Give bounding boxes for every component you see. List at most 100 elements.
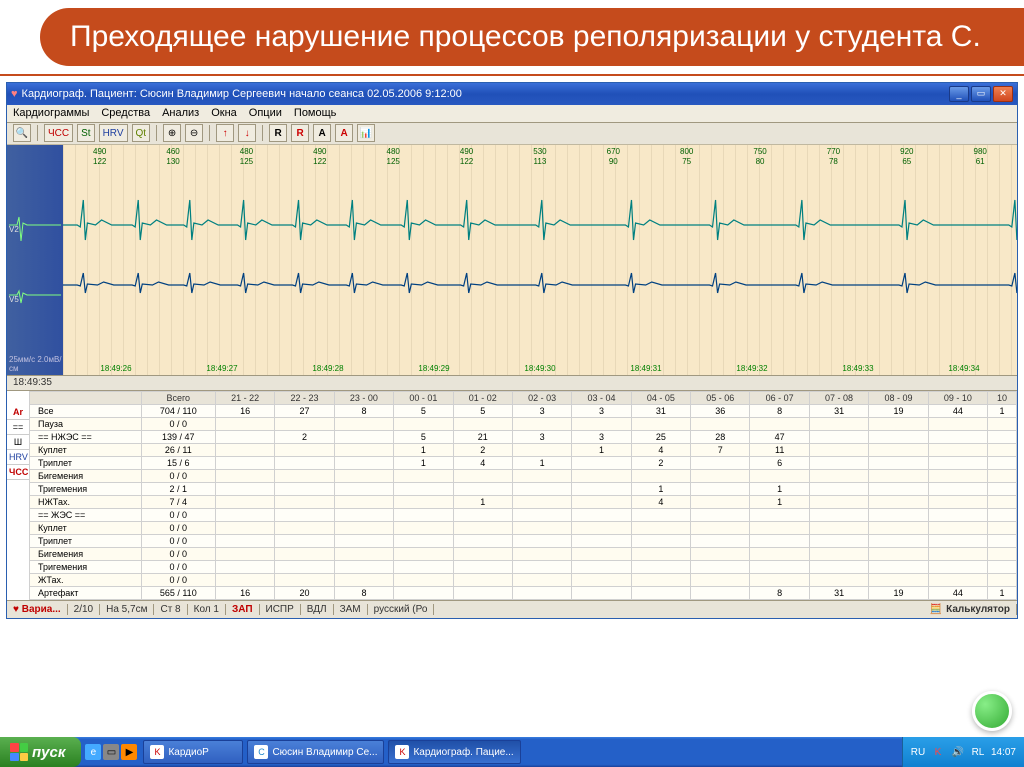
tray-clock[interactable]: 14:07 (991, 747, 1016, 758)
side-tab-chss[interactable]: ЧСС (7, 465, 29, 480)
table-row[interactable]: НЖТах.7 / 4141 (30, 495, 1017, 508)
table-row[interactable]: Пауза0 / 0 (30, 417, 1017, 430)
table-cell (334, 443, 393, 456)
table-header[interactable]: 03 - 04 (572, 391, 631, 404)
table-header[interactable]: 22 - 23 (275, 391, 334, 404)
table-header[interactable]: 09 - 10 (928, 391, 987, 404)
minimize-button[interactable]: _ (949, 86, 969, 102)
tb-zoom-out-icon[interactable]: ⊖ (185, 124, 203, 142)
table-cell (572, 508, 631, 521)
table-row[interactable]: Куплет0 / 0 (30, 521, 1017, 534)
menu-analysis[interactable]: Анализ (162, 107, 199, 119)
menu-tools[interactable]: Средства (101, 107, 150, 119)
tb-zoom-in-icon[interactable]: ⊕ (163, 124, 181, 142)
table-cell: 16 (215, 404, 274, 417)
side-tab-hrv[interactable]: HRV (7, 450, 29, 465)
tb-arrow-up-icon[interactable]: ↑ (216, 124, 234, 142)
table-cell (928, 573, 987, 586)
table-row[interactable]: Триплет15 / 614126 (30, 456, 1017, 469)
table-cell (453, 482, 512, 495)
tray-volume-icon[interactable]: 🔊 (951, 745, 965, 759)
table-header[interactable]: 23 - 00 (334, 391, 393, 404)
tb-chart-icon[interactable]: 📊 (357, 124, 375, 142)
table-row[interactable]: Тригемения2 / 111 (30, 482, 1017, 495)
tb-a-button[interactable]: A (313, 124, 331, 142)
table-header[interactable]: 06 - 07 (750, 391, 809, 404)
menu-help[interactable]: Помощь (294, 107, 337, 119)
tb-arrow-down-icon[interactable]: ↓ (238, 124, 256, 142)
table-row[interactable]: Тригемения0 / 0 (30, 560, 1017, 573)
ecg-rr-values: 4901224601304801254901224801254901225301… (63, 147, 1017, 167)
row-label: Все (30, 404, 142, 417)
menu-windows[interactable]: Окна (211, 107, 237, 119)
table-cell (215, 573, 274, 586)
taskbar-item[interactable]: ССюсин Владимир Се... (247, 740, 384, 764)
table-header[interactable]: 08 - 09 (869, 391, 928, 404)
window-titlebar[interactable]: ♥ Кардиограф. Пациент: Сюсин Владимир Се… (7, 83, 1017, 105)
table-header[interactable]: 02 - 03 (512, 391, 571, 404)
tb-hrv[interactable]: HRV (99, 124, 128, 142)
table-row[interactable]: Бигемения0 / 0 (30, 469, 1017, 482)
ql-desktop-icon[interactable]: ▭ (103, 744, 119, 760)
table-cell (631, 560, 690, 573)
taskbar-item[interactable]: KКардиоР (143, 740, 243, 764)
tray-rl[interactable]: RL (971, 745, 985, 759)
table-header[interactable]: 10 (988, 391, 1017, 404)
start-button[interactable]: пуск (0, 737, 81, 767)
ql-ie-icon[interactable]: e (85, 744, 101, 760)
slide-template-logo (972, 691, 1012, 731)
tray-antivirus-icon[interactable]: K (931, 745, 945, 759)
ql-media-icon[interactable]: ▶ (121, 744, 137, 760)
maximize-button[interactable]: ▭ (971, 86, 991, 102)
table-header[interactable]: 21 - 22 (215, 391, 274, 404)
side-tab-sep[interactable]: == (7, 420, 29, 435)
status-calc[interactable]: 🧮 Калькулятор (924, 604, 1017, 615)
tb-a-dot-icon[interactable]: A (335, 124, 353, 142)
ecg-area: V2 V5 25мм/с 2.0мВ/см 490122460130480125… (7, 145, 1017, 375)
table-header[interactable]: Всего (141, 391, 215, 404)
table-header[interactable]: 07 - 08 (809, 391, 868, 404)
rr-value-pair: 480125 (240, 147, 253, 167)
arrhythmia-table[interactable]: Всего21 - 2222 - 2323 - 0000 - 0101 - 02… (29, 391, 1017, 600)
table-header[interactable]: 00 - 01 (394, 391, 453, 404)
table-cell (512, 534, 571, 547)
side-tab-sh[interactable]: Ш (7, 435, 29, 450)
table-cell (631, 573, 690, 586)
tb-r-dot-icon[interactable]: R (291, 124, 309, 142)
tb-chss[interactable]: ЧСС (44, 124, 73, 142)
table-cell: 44 (928, 404, 987, 417)
close-button[interactable]: ✕ (993, 86, 1013, 102)
table-row[interactable]: Триплет0 / 0 (30, 534, 1017, 547)
menu-cardiograms[interactable]: Кардиограммы (13, 107, 89, 119)
table-header[interactable]: 05 - 06 (691, 391, 750, 404)
table-cell (809, 443, 868, 456)
table-row[interactable]: Бигемения0 / 0 (30, 547, 1017, 560)
table-cell (869, 456, 928, 469)
table-header[interactable] (30, 391, 142, 404)
ecg-trace (63, 165, 1017, 345)
ecg-waveform-area[interactable]: 4901224601304801254901224801254901225301… (63, 145, 1017, 375)
table-header[interactable]: 01 - 02 (453, 391, 512, 404)
status-lang: русский (Ро (368, 604, 435, 615)
tb-r-button[interactable]: R (269, 124, 287, 142)
side-tab-ar[interactable]: Ar (7, 405, 29, 420)
tb-binoculars-icon[interactable]: 🔍 (13, 124, 31, 142)
table-row[interactable]: Артефакт565 / 1101620883119441 (30, 586, 1017, 599)
table-cell (453, 534, 512, 547)
table-row[interactable]: ЖТах.0 / 0 (30, 573, 1017, 586)
tb-st[interactable]: St (77, 124, 94, 142)
tray-lang[interactable]: RU (911, 745, 925, 759)
table-cell (215, 417, 274, 430)
menu-options[interactable]: Опции (249, 107, 282, 119)
tb-qt[interactable]: Qt (132, 124, 151, 142)
table-row[interactable]: == ЖЭС ==0 / 0 (30, 508, 1017, 521)
table-cell (572, 469, 631, 482)
table-header[interactable]: 04 - 05 (631, 391, 690, 404)
table-row[interactable]: Куплет26 / 111214711 (30, 443, 1017, 456)
taskbar-item[interactable]: KКардиограф. Пацие... (388, 740, 520, 764)
table-row[interactable]: Все704 / 110162785533313683119441 (30, 404, 1017, 417)
status-varia[interactable]: ♥ Вариа... (7, 604, 68, 615)
table-cell (869, 534, 928, 547)
table-row[interactable]: == НЖЭС ==139 / 47252133252847 (30, 430, 1017, 443)
table-cell (275, 521, 334, 534)
